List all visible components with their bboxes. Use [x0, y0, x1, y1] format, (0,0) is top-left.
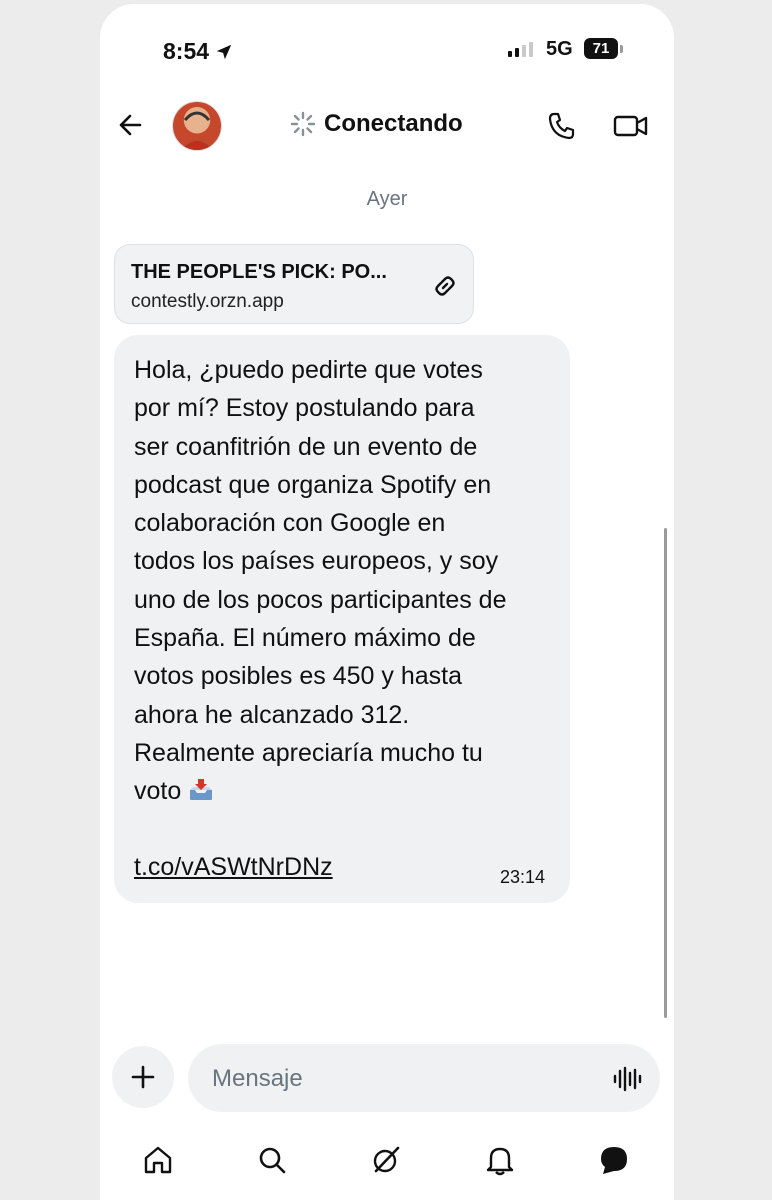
location-arrow-icon [216, 44, 232, 59]
search-icon [259, 1147, 286, 1174]
tab-notifications[interactable] [480, 1140, 520, 1180]
signal-strength-icon [508, 42, 533, 57]
battery-tip [620, 45, 623, 53]
battery-icon: 71 [584, 38, 618, 59]
messages-icon [601, 1147, 627, 1174]
plus-icon [131, 1065, 155, 1089]
message-link[interactable]: t.co/vASWtNrDNz [134, 853, 333, 882]
header-title-group: Conectando [290, 110, 463, 138]
link-icon [435, 276, 455, 296]
message-timestamp: 23:14 [500, 867, 546, 887]
add-attachment-button[interactable] [112, 1046, 174, 1108]
status-time: 8:54 [163, 38, 233, 65]
battery-level: 71 [592, 40, 610, 57]
message-input[interactable] [210, 1044, 594, 1114]
loading-spinner-icon [290, 111, 316, 137]
time-label: 8:54 [163, 38, 210, 64]
phone-icon[interactable] [546, 110, 578, 142]
message-composer [188, 1044, 660, 1114]
grok-icon [373, 1146, 400, 1173]
message-body: Hola, ¿puedo pedirte que votes por mí? E… [134, 351, 564, 811]
phone-screen: 8:54 5G 71 Conectando Ayer THE PEOPLE'S … [100, 4, 674, 1200]
inbox-tray-icon [190, 779, 213, 801]
conversation-header: Conectando [100, 96, 674, 158]
avatar[interactable] [172, 101, 222, 151]
link-preview-card[interactable]: THE PEOPLE'S PICK: PO... contestly.orzn.… [114, 244, 474, 324]
status-bar: 8:54 5G 71 [100, 4, 674, 96]
tab-home[interactable] [138, 1140, 178, 1180]
voice-waveform-icon[interactable] [612, 1066, 642, 1092]
home-icon [144, 1146, 172, 1174]
back-arrow-icon[interactable] [114, 108, 148, 142]
bottom-tab-bar [100, 1140, 674, 1188]
message-text: Hola, ¿puedo pedirte que votes por mí? E… [134, 356, 507, 806]
network-label: 5G [546, 38, 573, 60]
scrollbar[interactable] [664, 528, 667, 1018]
message-bubble: Hola, ¿puedo pedirte que votes por mí? E… [114, 335, 570, 903]
notifications-icon [486, 1147, 514, 1176]
day-separator: Ayer [366, 188, 408, 210]
link-preview-domain: contestly.orzn.app [131, 291, 284, 312]
link-preview-title: THE PEOPLE'S PICK: PO... [131, 261, 387, 283]
tab-search[interactable] [252, 1140, 292, 1180]
header-title: Conectando [324, 110, 463, 137]
tab-messages[interactable] [594, 1140, 634, 1180]
video-icon[interactable] [612, 110, 650, 142]
tab-grok[interactable] [366, 1140, 406, 1180]
